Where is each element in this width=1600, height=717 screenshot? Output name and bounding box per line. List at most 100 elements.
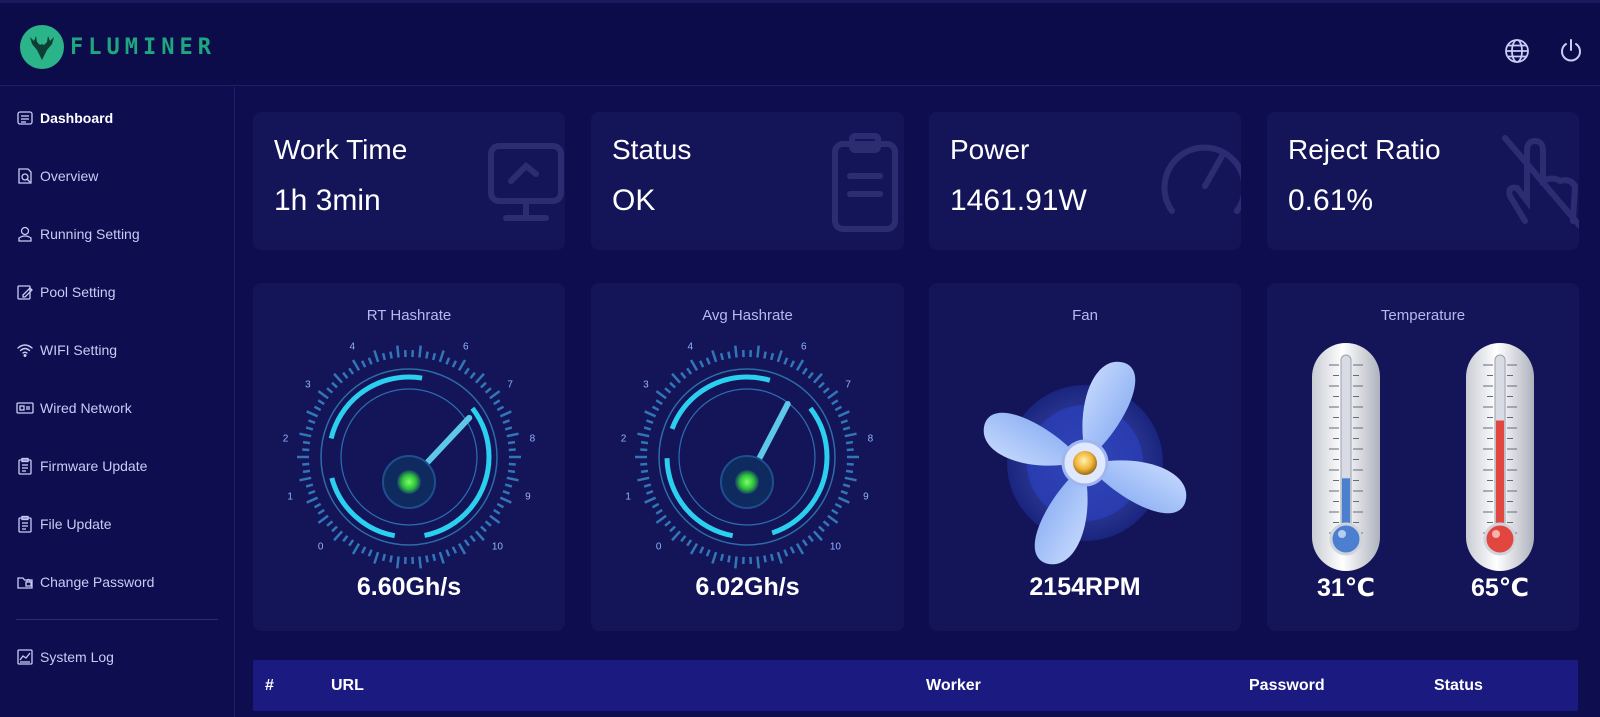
gauge-tick bbox=[789, 546, 796, 554]
sidebar-item-dashboard[interactable]: Dashboard bbox=[16, 106, 113, 130]
gauge-tick bbox=[348, 367, 355, 375]
gauge-tick bbox=[818, 525, 825, 533]
gauge-tick bbox=[711, 551, 718, 564]
gauge-tick bbox=[313, 405, 322, 412]
stat-card-reject-ratio: Reject Ratio 0.61% bbox=[1267, 112, 1579, 250]
gauge-tick bbox=[317, 508, 325, 515]
gauge-title: Avg Hashrate bbox=[702, 307, 793, 324]
top-header: FLUMINER bbox=[0, 0, 1600, 86]
gauge-tick bbox=[506, 432, 519, 438]
gauge-tick bbox=[507, 469, 516, 474]
gauge-tick bbox=[795, 542, 805, 555]
gauge-tick bbox=[756, 556, 760, 569]
gauge-tick bbox=[651, 502, 660, 509]
gauge-tick bbox=[680, 535, 687, 543]
gauge-tick bbox=[763, 351, 767, 359]
gauge-tick-label: 10 bbox=[492, 541, 504, 552]
gauge-tick bbox=[396, 345, 400, 358]
power-icon[interactable] bbox=[1558, 38, 1584, 64]
stat-label: Power bbox=[950, 134, 1030, 165]
sidebar-item-wifi-setting[interactable]: WIFI Setting bbox=[16, 338, 117, 362]
sidebar-item-overview[interactable]: Overview bbox=[16, 164, 98, 188]
sidebar-item-wired-network[interactable]: Wired Network bbox=[16, 396, 132, 420]
gauge-tick bbox=[637, 432, 650, 438]
gauge-tick-label: 7 bbox=[845, 380, 851, 391]
gauge-tick bbox=[689, 542, 699, 555]
sidebar-item-label: Pool Setting bbox=[40, 284, 116, 300]
gauge-tick bbox=[831, 508, 839, 515]
gauge-tick bbox=[360, 360, 367, 368]
gauge-tick bbox=[801, 367, 808, 375]
gauge-hub bbox=[735, 470, 759, 494]
gauge-tick bbox=[317, 514, 329, 524]
gauge-tick-label: 10 bbox=[830, 541, 842, 552]
gauge-tick bbox=[499, 496, 512, 504]
fan-title: Fan bbox=[1072, 307, 1098, 324]
gauge-tick bbox=[333, 530, 344, 542]
sidebar-item-firmware-update[interactable]: Firmware Update bbox=[16, 454, 147, 478]
sidebar-item-label: File Update bbox=[40, 516, 112, 532]
gauge-tick bbox=[719, 352, 725, 361]
thermometer-icon bbox=[1312, 343, 1380, 571]
gauge-tick bbox=[381, 553, 387, 562]
gauge-tick bbox=[646, 419, 654, 424]
gauge-tick bbox=[827, 390, 839, 400]
deer-logo-icon bbox=[20, 25, 64, 69]
clipboard-icon bbox=[18, 457, 32, 475]
column-header-status: Status bbox=[1434, 677, 1483, 694]
gauge-tick bbox=[507, 440, 516, 445]
gauge-tick bbox=[643, 426, 652, 431]
gauge-tick bbox=[711, 350, 718, 363]
gauge-tick bbox=[499, 410, 512, 418]
gauge-tick bbox=[783, 357, 789, 365]
gauge-value: 6.02Gh/s bbox=[695, 573, 800, 601]
gauge-tick bbox=[680, 371, 687, 379]
gauge-tick bbox=[326, 520, 334, 527]
gauge-tick-label: 2 bbox=[283, 433, 289, 444]
gauge-tick bbox=[655, 390, 667, 400]
temperature-value-1: 31℃ bbox=[1316, 574, 1376, 602]
gauge-tick bbox=[474, 530, 485, 542]
brand-name: FLUMINER bbox=[70, 34, 216, 60]
gauge-tick bbox=[484, 387, 492, 394]
gauge-tick bbox=[789, 360, 796, 368]
gauge-tick bbox=[484, 520, 492, 527]
sidebar-item-running-setting[interactable]: Running Setting bbox=[16, 222, 140, 246]
sidebar-item-system-log[interactable]: System Log bbox=[16, 645, 114, 669]
gauge-tick bbox=[348, 539, 355, 547]
gauge-tick bbox=[837, 496, 850, 504]
gauge-tick bbox=[313, 502, 322, 509]
gauge-tick-label: 4 bbox=[687, 342, 693, 353]
gauge-tick bbox=[445, 549, 451, 557]
gauge-tick bbox=[840, 419, 848, 424]
lock-folder-icon bbox=[17, 577, 33, 589]
gauge-tick bbox=[664, 520, 672, 527]
gauge-tick bbox=[801, 539, 808, 547]
gauge-tick bbox=[418, 345, 422, 358]
gauge-tick bbox=[840, 490, 848, 495]
sidebar-item-change-password[interactable]: Change Password bbox=[16, 570, 154, 594]
sidebar-item-file-update[interactable]: File Update bbox=[16, 512, 112, 536]
gauge-tick bbox=[302, 469, 311, 474]
gauge-tick bbox=[493, 508, 501, 515]
sidebar-item-pool-setting[interactable]: Pool Setting bbox=[16, 280, 116, 304]
sidebar-divider bbox=[16, 619, 218, 620]
search-doc-icon bbox=[18, 168, 32, 184]
gauge-tick bbox=[734, 345, 738, 358]
edit-doc-icon bbox=[17, 285, 33, 300]
gauge-tick bbox=[646, 490, 654, 495]
brand-logo[interactable]: FLUMINER bbox=[20, 25, 216, 69]
gauge-tick bbox=[727, 351, 731, 359]
network-card-icon bbox=[16, 402, 34, 414]
gauge-tick bbox=[333, 372, 344, 384]
gauge-tick bbox=[640, 469, 649, 474]
gauge-tick bbox=[671, 530, 682, 542]
gauge-tick bbox=[705, 549, 711, 557]
gauge-tick bbox=[342, 535, 349, 543]
stat-value: 1461.91W bbox=[950, 184, 1087, 217]
gauge-tick bbox=[795, 359, 805, 372]
gauge-tick bbox=[807, 535, 814, 543]
gauge-tick bbox=[644, 496, 657, 504]
gauge-tick bbox=[763, 555, 767, 563]
globe-icon[interactable] bbox=[1504, 38, 1530, 64]
